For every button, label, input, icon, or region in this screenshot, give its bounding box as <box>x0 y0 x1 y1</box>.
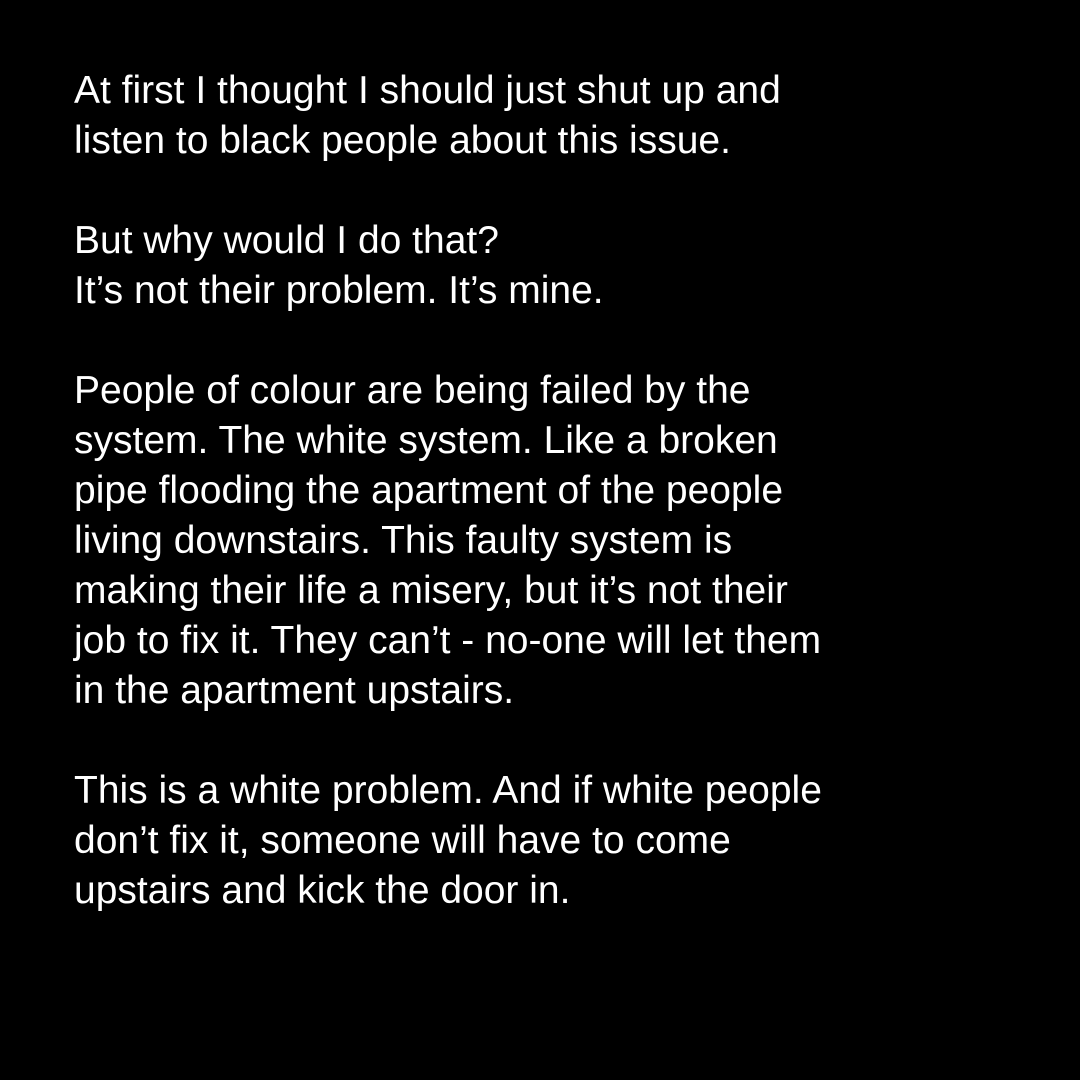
text-line: pipe flooding the apartment of the peopl… <box>74 469 784 512</box>
text-line: living downstairs. This faulty system is <box>74 519 733 562</box>
text-line: This is a white problem. And if white pe… <box>74 769 822 812</box>
text-line: listen to black people about this issue. <box>74 119 731 162</box>
text-line: don’t fix it, someone will have to come <box>74 819 731 862</box>
text-line: system. The white system. Like a broken <box>74 419 778 462</box>
paragraph-4: This is a white problem. And if white pe… <box>74 766 1034 916</box>
text-post-image: At first I thought I should just shut up… <box>0 0 1080 1080</box>
text-line: upstairs and kick the door in. <box>74 869 571 912</box>
text-line: People of colour are being failed by the <box>74 369 751 412</box>
paragraph-1: At first I thought I should just shut up… <box>74 66 1034 166</box>
text-line: But why would I do that? <box>74 219 499 262</box>
paragraph-3: People of colour are being failed by the… <box>74 366 1034 716</box>
paragraph-2: But why would I do that? It’s not their … <box>74 216 1034 316</box>
text-line: It’s not their problem. It’s mine. <box>74 269 604 312</box>
post-text-block: At first I thought I should just shut up… <box>74 66 1034 916</box>
text-line: job to fix it. They can’t - no-one will … <box>74 619 822 662</box>
text-line: in the apartment upstairs. <box>74 669 515 712</box>
text-line: At first I thought I should just shut up… <box>74 69 781 112</box>
text-line: making their life a misery, but it’s not… <box>74 569 788 612</box>
